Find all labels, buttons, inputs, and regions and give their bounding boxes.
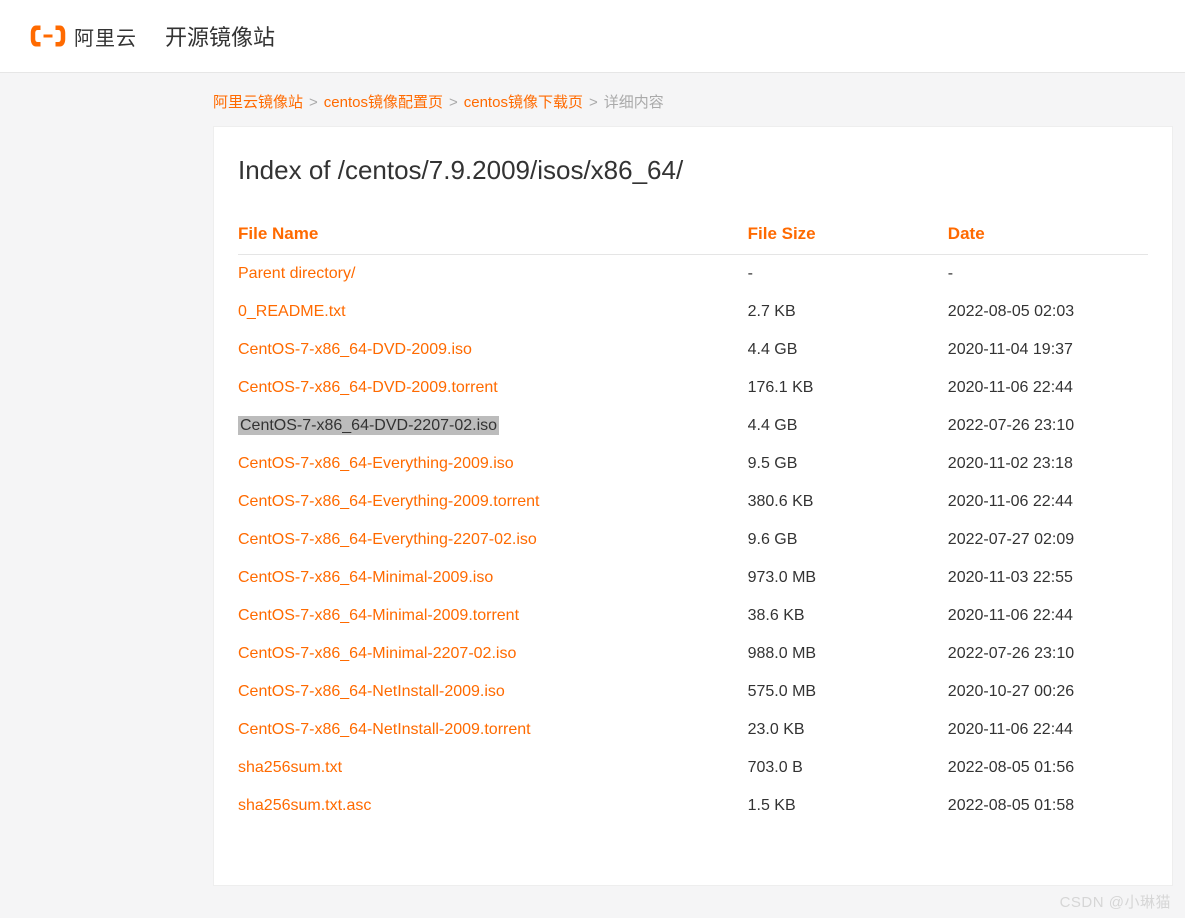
file-link[interactable]: CentOS-7-x86_64-Everything-2009.torrent bbox=[238, 493, 540, 510]
file-date: 2020-11-02 23:18 bbox=[948, 445, 1148, 483]
table-row: CentOS-7-x86_64-NetInstall-2009.iso 575.0… bbox=[238, 673, 1148, 711]
th-file-name[interactable]: File Name bbox=[238, 214, 748, 255]
file-link[interactable]: CentOS-7-x86_64-Minimal-2207-02.iso bbox=[238, 645, 516, 662]
file-date: 2022-08-05 02:03 bbox=[948, 293, 1148, 331]
table-row: CentOS-7-x86_64-Minimal-2009.iso 973.0 MB… bbox=[238, 559, 1148, 597]
aliyun-logo-icon bbox=[30, 21, 66, 51]
watermark: CSDN @小琳猫 bbox=[1060, 891, 1171, 912]
breadcrumb-link[interactable]: 阿里云镜像站 bbox=[213, 94, 303, 111]
file-size: 380.6 KB bbox=[748, 483, 948, 521]
file-link[interactable]: CentOS-7-x86_64-Everything-2207-02.iso bbox=[238, 531, 537, 548]
content-card: Index of /centos/7.9.2009/isos/x86_64/ F… bbox=[213, 126, 1173, 886]
file-date: 2020-11-06 22:44 bbox=[948, 369, 1148, 407]
file-size: 973.0 MB bbox=[748, 559, 948, 597]
table-row: CentOS-7-x86_64-NetInstall-2009.torrent 2… bbox=[238, 711, 1148, 749]
file-table: File Name File Size Date Parent director… bbox=[238, 214, 1148, 825]
file-date: 2022-07-26 23:10 bbox=[948, 407, 1148, 445]
table-row: CentOS-7-x86_64-Minimal-2009.torrent 38.6… bbox=[238, 597, 1148, 635]
file-size: 9.6 GB bbox=[748, 521, 948, 559]
file-size: 988.0 MB bbox=[748, 635, 948, 673]
file-date: 2020-11-06 22:44 bbox=[948, 597, 1148, 635]
table-row: CentOS-7-x86_64-Everything-2009.torrent 3… bbox=[238, 483, 1148, 521]
breadcrumb-link[interactable]: centos镜像配置页 bbox=[324, 94, 443, 111]
breadcrumb-link[interactable]: centos镜像下载页 bbox=[464, 94, 583, 111]
file-size: 23.0 KB bbox=[748, 711, 948, 749]
file-link[interactable]: CentOS-7-x86_64-DVD-2207-02.iso bbox=[238, 416, 499, 435]
file-size: 9.5 GB bbox=[748, 445, 948, 483]
file-link[interactable]: sha256sum.txt.asc bbox=[238, 797, 371, 814]
breadcrumb-sep: > bbox=[449, 94, 458, 111]
file-link[interactable]: CentOS-7-x86_64-NetInstall-2009.iso bbox=[238, 683, 505, 700]
th-date[interactable]: Date bbox=[948, 214, 1148, 255]
file-link[interactable]: CentOS-7-x86_64-Minimal-2009.torrent bbox=[238, 607, 519, 624]
logo[interactable]: 阿里云 bbox=[30, 21, 137, 51]
file-date: 2020-11-06 22:44 bbox=[948, 483, 1148, 521]
file-date: - bbox=[948, 255, 1148, 294]
file-link[interactable]: 0_README.txt bbox=[238, 303, 346, 320]
file-date: 2022-07-26 23:10 bbox=[948, 635, 1148, 673]
file-date: 2020-10-27 00:26 bbox=[948, 673, 1148, 711]
file-date: 2020-11-06 22:44 bbox=[948, 711, 1148, 749]
file-size: 2.7 KB bbox=[748, 293, 948, 331]
table-row: CentOS-7-x86_64-Everything-2009.iso 9.5 G… bbox=[238, 445, 1148, 483]
file-link[interactable]: CentOS-7-x86_64-Minimal-2009.iso bbox=[238, 569, 493, 586]
table-row: CentOS-7-x86_64-Minimal-2207-02.iso 988.0… bbox=[238, 635, 1148, 673]
file-link[interactable]: CentOS-7-x86_64-DVD-2009.iso bbox=[238, 341, 472, 358]
file-size: 575.0 MB bbox=[748, 673, 948, 711]
page-title: Index of /centos/7.9.2009/isos/x86_64/ bbox=[238, 155, 1148, 186]
file-date: 2022-07-27 02:09 bbox=[948, 521, 1148, 559]
file-link[interactable]: Parent directory/ bbox=[238, 265, 355, 282]
file-date: 2020-11-04 19:37 bbox=[948, 331, 1148, 369]
table-row: sha256sum.txt.asc 1.5 KB2022-08-05 01:58 bbox=[238, 787, 1148, 825]
th-file-size[interactable]: File Size bbox=[748, 214, 948, 255]
file-link[interactable]: CentOS-7-x86_64-Everything-2009.iso bbox=[238, 455, 514, 472]
site-header: 阿里云 开源镜像站 bbox=[0, 0, 1185, 73]
breadcrumb-sep: > bbox=[589, 94, 598, 111]
file-link[interactable]: CentOS-7-x86_64-NetInstall-2009.torrent bbox=[238, 721, 531, 738]
table-row: CentOS-7-x86_64-Everything-2207-02.iso 9.… bbox=[238, 521, 1148, 559]
file-size: 1.5 KB bbox=[748, 787, 948, 825]
file-size: 703.0 B bbox=[748, 749, 948, 787]
file-link[interactable]: sha256sum.txt bbox=[238, 759, 342, 776]
file-size: 4.4 GB bbox=[748, 331, 948, 369]
breadcrumb: 阿里云镜像站 > centos镜像配置页 > centos镜像下载页 > 详细内容 bbox=[0, 73, 1185, 126]
file-size: 176.1 KB bbox=[748, 369, 948, 407]
file-size: 4.4 GB bbox=[748, 407, 948, 445]
file-link[interactable]: CentOS-7-x86_64-DVD-2009.torrent bbox=[238, 379, 498, 396]
file-date: 2020-11-03 22:55 bbox=[948, 559, 1148, 597]
table-row: sha256sum.txt 703.0 B2022-08-05 01:56 bbox=[238, 749, 1148, 787]
table-row: CentOS-7-x86_64-DVD-2009.torrent 176.1 KB… bbox=[238, 369, 1148, 407]
file-date: 2022-08-05 01:58 bbox=[948, 787, 1148, 825]
table-row: CentOS-7-x86_64-DVD-2009.iso 4.4 GB2020-1… bbox=[238, 331, 1148, 369]
file-date: 2022-08-05 01:56 bbox=[948, 749, 1148, 787]
table-row: Parent directory/ -- bbox=[238, 255, 1148, 294]
breadcrumb-sep: > bbox=[309, 94, 318, 111]
file-size: - bbox=[748, 255, 948, 294]
table-row: 0_README.txt 2.7 KB2022-08-05 02:03 bbox=[238, 293, 1148, 331]
file-size: 38.6 KB bbox=[748, 597, 948, 635]
site-title: 开源镜像站 bbox=[165, 20, 275, 52]
table-row: CentOS-7-x86_64-DVD-2207-02.iso 4.4 GB202… bbox=[238, 407, 1148, 445]
logo-text: 阿里云 bbox=[74, 22, 137, 51]
breadcrumb-current: 详细内容 bbox=[604, 94, 664, 111]
